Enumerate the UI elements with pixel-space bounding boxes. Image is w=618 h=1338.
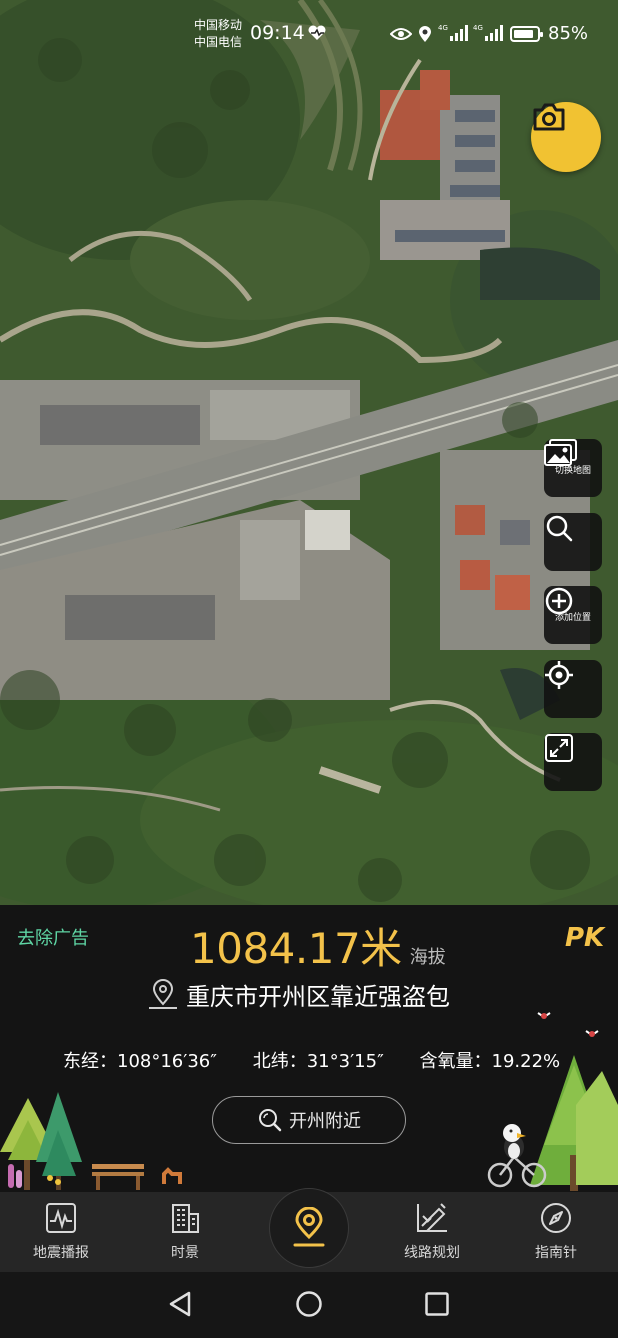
svg-text:4G: 4G [473,24,483,32]
switch-map-icon [544,439,577,466]
signal-4g-icon: 4G [473,24,503,41]
location-center-icon [293,1207,325,1247]
longitude: 东经：108°16′36″ [63,1051,217,1072]
satellite-imagery [0,0,618,905]
battery-level [514,30,533,38]
search-icon [259,1109,282,1132]
earthquake-icon [46,1203,76,1233]
expand-button[interactable] [544,733,602,791]
altitude-unit: 海拔 [409,947,446,968]
camera-button[interactable] [531,102,601,172]
back-icon[interactable] [167,1290,193,1318]
locate-icon [545,661,573,689]
building-icon [172,1204,199,1233]
tab-earthquake-label: 地震播报 [33,1245,89,1261]
latitude: 北纬：31°3′15″ [252,1051,384,1072]
tab-route-plan-label: 线路规划 [404,1245,460,1261]
tab-compass[interactable]: 指南针 [501,1202,611,1262]
tab-route-plan[interactable]: 线路规划 [377,1202,487,1262]
info-panel: 去除广告 1084.17米 海拔 PK 重庆市开州区靠近强盗包 东经：108°1… [0,905,618,1192]
remove-ad-link[interactable]: 去除广告 [17,924,89,950]
switch-map-button[interactable]: 切换地图 [544,439,602,497]
compass-icon [541,1203,571,1233]
location-name: 重庆市开州区靠近强盗包 [186,983,450,1011]
expand-icon [545,734,573,762]
nearby-button[interactable]: 开州附近 [212,1096,406,1144]
tab-earthquake[interactable]: 地震播报 [6,1202,116,1262]
tab-compass-label: 指南针 [535,1245,577,1261]
status-bar: 中国移动 中国电信 09:14 4G 4G 85% [0,0,618,64]
heart-rate-icon [308,25,326,40]
scenery-right-illustration [487,1012,618,1191]
camera-icon [533,103,565,131]
system-nav-bar [0,1272,618,1338]
nearby-label: 开州附近 [289,1111,361,1132]
recents-icon[interactable] [424,1290,450,1318]
altitude-display: 1084.17米 海拔 [190,915,446,976]
pk-button[interactable]: PK [565,923,604,953]
carrier-2: 中国电信 [194,35,243,49]
carrier-names: 中国移动 中国电信 [194,17,242,51]
eye-icon [390,28,412,40]
status-time: 09:14 [250,22,305,44]
route-plan-icon [417,1203,447,1232]
location-pin-icon [419,26,431,42]
bottom-tab-bar: 地震播报 时景 线路规划 指南针 [0,1188,618,1272]
tab-scenery-label: 时景 [171,1245,199,1261]
search-icon [546,515,573,542]
tab-scenery[interactable]: 时景 [130,1202,240,1262]
altitude-value: 1084.17米 [190,924,402,973]
tab-location-center[interactable] [269,1188,349,1268]
locate-button[interactable] [544,660,602,718]
battery-icon [510,26,543,42]
add-location-button[interactable]: 添加位置 [544,586,602,644]
satellite-map[interactable]: 中国移动 中国电信 09:14 4G 4G 85% 切换地图 添加位置 [0,0,618,905]
home-icon[interactable] [295,1290,323,1318]
battery-percent: 85% [548,23,589,44]
signal-4g-icon: 4G [438,24,468,41]
add-location-icon [545,587,573,615]
scenery-left-illustration [0,1092,182,1190]
location-row: 重庆市开州区靠近强盗包 [146,977,450,1012]
svg-text:4G: 4G [438,24,448,32]
location-pin-icon [149,978,177,1009]
search-button[interactable] [544,513,602,571]
carrier-1: 中国移动 [194,18,243,32]
